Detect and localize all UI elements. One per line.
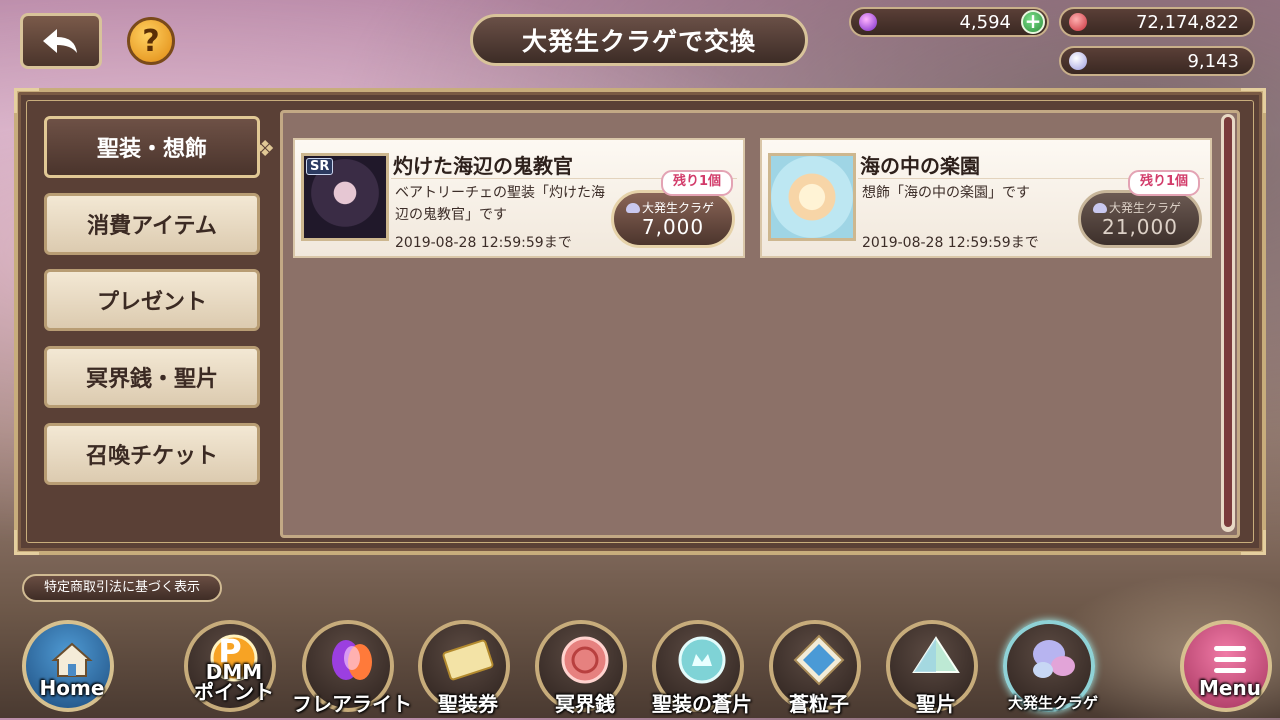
flare-crystal-icon xyxy=(859,13,877,31)
back-arrow-icon xyxy=(43,29,77,53)
nav-label: 蒼粒子 xyxy=(789,692,849,716)
nav-blue-particle[interactable]: 蒼粒子 xyxy=(769,620,861,716)
remaining-badge: 残り1個 xyxy=(660,170,733,196)
frame-corner xyxy=(1241,530,1266,555)
item-list: SR 灼けた海辺の鬼教官 ベアトリーチェの聖装「灼けた海辺の鬼教官」です 201… xyxy=(280,110,1240,538)
scrollbar-thumb[interactable] xyxy=(1224,117,1232,527)
nav-label: 冥界銭 xyxy=(555,692,615,716)
holy-shard-icon xyxy=(912,636,960,673)
price-currency: 大発生クラゲ xyxy=(1093,199,1181,216)
nav-label: Menu xyxy=(1199,676,1261,700)
price-currency: 大発生クラゲ xyxy=(626,199,714,216)
tab-present[interactable]: プレゼント xyxy=(44,269,260,331)
legal-notice-button[interactable]: 特定商取引法に基づく表示 xyxy=(22,574,222,602)
tab-summon-ticket[interactable]: 召喚チケット xyxy=(44,423,260,485)
nav-home[interactable]: Home xyxy=(22,620,114,712)
item-description: 想飾「海の中の楽園」です xyxy=(862,185,1030,201)
seisou-ticket-icon xyxy=(442,639,494,681)
blue-particle-icon xyxy=(793,634,845,686)
nav-dmm-point[interactable]: P DMM ポイント xyxy=(184,620,276,712)
price-currency-label: 大発生クラゲ xyxy=(1109,201,1182,215)
coin-icon xyxy=(1069,13,1087,31)
list-item: SR 灼けた海辺の鬼教官 ベアトリーチェの聖装「灼けた海辺の鬼教官」です 201… xyxy=(293,138,745,258)
meikai-coin-icon xyxy=(561,636,609,684)
page-title: 大発生クラゲで交換 xyxy=(470,14,808,66)
item-deadline: 2019-08-28 12:59:59まで xyxy=(862,235,1039,251)
exchange-button[interactable]: 大発生クラゲ 7,000 xyxy=(611,190,735,248)
price-value: 21,000 xyxy=(1102,215,1178,239)
nav-jellyfish[interactable]: 大発生クラゲ xyxy=(1003,620,1098,712)
currency-value: 4,594 xyxy=(959,12,1011,33)
currency-value: 9,143 xyxy=(1187,51,1239,72)
scrollbar[interactable] xyxy=(1221,114,1235,532)
add-currency-button[interactable]: + xyxy=(1021,10,1045,34)
nav-holy-shard[interactable]: 聖片 xyxy=(886,620,978,716)
jellyfish-icon xyxy=(1069,52,1087,70)
jellyfish-icon xyxy=(626,203,640,213)
tab-seisou[interactable]: 聖装・想飾 ❖ xyxy=(44,116,275,178)
tab-consumables[interactable]: 消費アイテム xyxy=(44,193,260,255)
nav-label: DMM ポイント xyxy=(194,660,274,704)
nav-blue-shard[interactable]: 聖装の蒼片 xyxy=(652,620,752,716)
item-description: ベアトリーチェの聖装「灼けた海辺の鬼教官」です xyxy=(395,185,605,223)
tab-label: 冥界銭・聖片 xyxy=(85,367,218,392)
selected-indicator-icon: ❖ xyxy=(255,137,275,162)
item-deadline: 2019-08-28 12:59:59まで xyxy=(395,235,572,251)
currency-flare-crystal: 4,594 + xyxy=(849,7,1049,37)
nav-label: フレアライト xyxy=(292,692,412,716)
blue-shard-icon xyxy=(678,636,726,684)
remaining-badge: 残り1個 xyxy=(1127,170,1200,196)
nav-flare-light[interactable]: フレアライト xyxy=(292,620,412,716)
price-currency-label: 大発生クラゲ xyxy=(642,201,715,215)
flare-light-icon xyxy=(332,640,372,680)
list-item: 海の中の楽園 想飾「海の中の楽園」です 2019-08-28 12:59:59ま… xyxy=(760,138,1212,258)
frame-corner xyxy=(1241,88,1266,113)
tab-label: 消費アイテム xyxy=(87,214,217,239)
nav-label: 大発生クラゲ xyxy=(1007,694,1098,712)
item-title: 海の中の楽園 xyxy=(860,154,980,178)
item-title: 灼けた海辺の鬼教官 xyxy=(393,154,573,178)
price-value: 7,000 xyxy=(641,215,705,239)
exchange-frame: 聖装・想飾 ❖ 消費アイテム プレゼント 冥界銭・聖片 召喚チケット SR 灼け… xyxy=(14,88,1266,555)
currency-jellyfish: 9,143 xyxy=(1059,46,1255,76)
frame-corner xyxy=(14,530,39,555)
exchange-button[interactable]: 大発生クラゲ 21,000 xyxy=(1078,190,1202,248)
tab-label: プレゼント xyxy=(96,290,207,315)
item-thumbnail[interactable]: SR xyxy=(301,153,389,241)
nav-label: 聖装の蒼片 xyxy=(652,692,752,716)
currency-coin: 72,174,822 xyxy=(1059,7,1255,37)
back-button[interactable] xyxy=(20,13,102,69)
item-thumbnail[interactable] xyxy=(768,153,856,241)
tab-label: 召喚チケット xyxy=(85,444,218,469)
nav-menu[interactable]: Menu xyxy=(1180,620,1272,712)
nav-label: Home xyxy=(39,676,105,700)
nav-seisou-ticket[interactable]: 聖装券 xyxy=(418,620,510,716)
rarity-badge: SR xyxy=(306,158,334,175)
nav-label: 聖片 xyxy=(916,692,956,716)
nav-label: 聖装券 xyxy=(438,692,498,716)
nav-meikai-coin[interactable]: 冥界銭 xyxy=(535,620,627,716)
jellyfish-icon xyxy=(1033,640,1075,678)
tab-label: 聖装・想飾 xyxy=(96,137,207,162)
help-button[interactable]: ? xyxy=(127,17,175,65)
currency-value: 72,174,822 xyxy=(1135,12,1239,33)
tab-meikai-seihen[interactable]: 冥界銭・聖片 xyxy=(44,346,260,408)
frame-corner xyxy=(14,88,39,113)
jellyfish-icon xyxy=(1093,203,1107,213)
